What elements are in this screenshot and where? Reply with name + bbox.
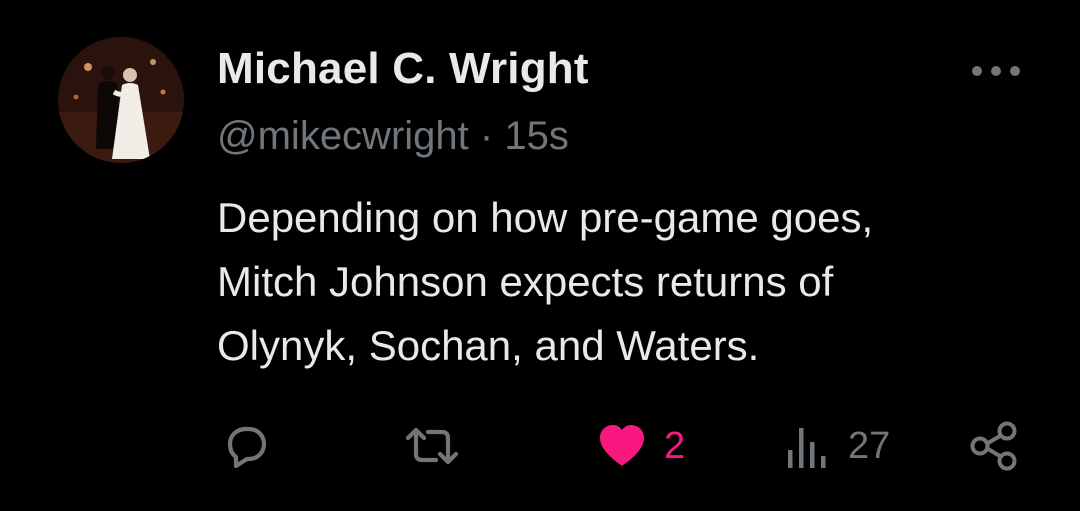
tweet-text-line: Mitch Johnson expects returns of [217, 258, 834, 305]
share-icon [970, 421, 1017, 471]
tweet-text-line: Depending on how pre-game goes, [217, 194, 874, 241]
retweet-icon [405, 427, 459, 465]
retweet-button[interactable] [400, 418, 464, 474]
reply-icon [227, 426, 267, 469]
author-meta: @mikecwright · 15s [217, 114, 569, 159]
author-handle[interactable]: @mikecwright [217, 114, 469, 158]
avatar-photo [58, 37, 184, 163]
tweet[interactable]: Michael C. Wright @mikecwright · 15s Dep… [0, 0, 1080, 511]
tweet-timestamp[interactable]: 15s [504, 114, 569, 158]
tweet-text: Depending on how pre-game goes, Mitch Jo… [217, 186, 1037, 378]
views-count: 27 [848, 424, 891, 467]
avatar[interactable] [58, 37, 184, 163]
like-count: 2 [664, 424, 686, 467]
share-button[interactable] [966, 418, 1022, 474]
like-button[interactable]: 2 [594, 418, 685, 474]
tweet-text-line: Olynyk, Sochan, and Waters. [217, 322, 760, 369]
more-options-icon[interactable] [968, 58, 1024, 84]
author-display-name[interactable]: Michael C. Wright [217, 44, 589, 94]
meta-separator: · [479, 114, 494, 158]
views-button[interactable]: 27 [784, 418, 890, 474]
views-icon [788, 428, 826, 468]
heart-icon [600, 425, 644, 466]
reply-button[interactable] [216, 418, 272, 474]
